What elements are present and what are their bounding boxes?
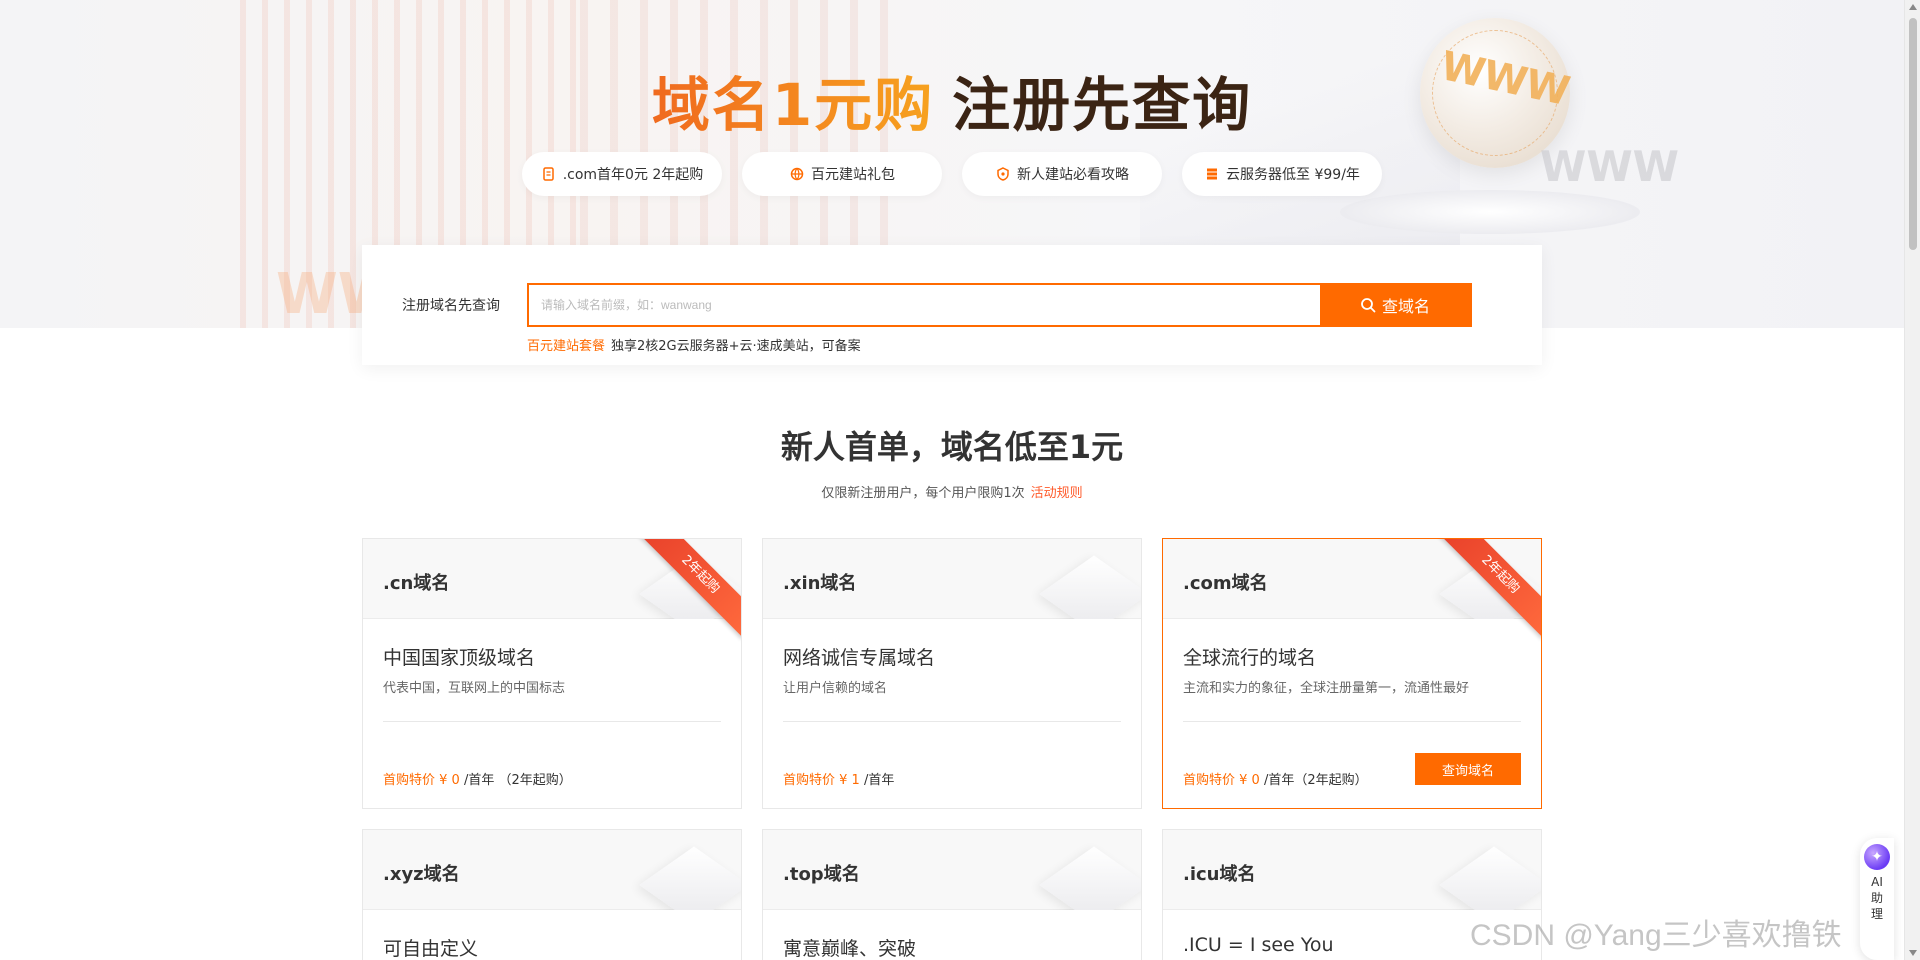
receipt-icon [541,166,557,182]
card-price-label: 首购特价 ¥ 0 [1183,773,1260,788]
card-divider [1183,721,1521,722]
card-domain-name: .cn域名 [383,573,450,594]
search-tip-text: 独享2核2G云服务器+云·速成美站，可备案 [611,339,861,354]
globe-icon [789,166,805,182]
headline-dark: 注册先查询 [952,71,1253,139]
card-price-suffix: /首年 （2年起购） [459,773,572,788]
card-header: .xyz域名 [363,830,741,910]
card-title: 网络诚信专属域名 [783,647,936,669]
query-domain-button[interactable]: 查询域名 [1415,753,1521,785]
headline-orange: 域名1元购 [651,71,935,139]
site-package-link[interactable]: 百元建站套餐 [527,339,605,354]
card-title: .ICU = I see You [1183,934,1334,956]
search-icon [1361,298,1376,313]
domain-card-top[interactable]: .top域名 寓意巅峰、突破 [762,829,1142,960]
card-decoration [1021,539,1141,619]
card-domain-name: .xin域名 [783,573,857,594]
search-box: 查域名 [527,283,1472,327]
shield-icon [995,166,1011,182]
ai-assistant-float[interactable]: ✦ AI助理 [1860,838,1894,960]
card-price-label: 首购特价 ¥ 0 [383,773,460,788]
promo-pill-site[interactable]: 百元建站礼包 [742,152,942,196]
scroll-up-arrow-icon[interactable] [1909,4,1917,10]
promo-pill-label: 百元建站礼包 [811,167,895,183]
scrollbar-thumb[interactable] [1909,18,1917,250]
search-label: 注册域名先查询 [402,298,500,314]
card-title: 可自由定义 [383,938,479,960]
search-domain-button[interactable]: 查域名 [1320,285,1470,325]
card-description: 让用户信赖的域名 [783,681,888,696]
hero-headline: 域名1元购 注册先查询 [0,58,1904,142]
sparkle-icon: ✦ [1864,844,1890,870]
domain-card-xin[interactable]: .xin域名 网络诚信专属域名 让用户信赖的域名 首购特价 ¥ 1 /首年 [762,538,1142,809]
card-header: .xin域名 [763,539,1141,619]
card-price: 首购特价 ¥ 0 /首年 （2年起购） [383,769,572,788]
domain-search-card: 注册域名先查询 查域名 百元建站套餐独享2核2G云服务器+云·速成美站，可备案 [362,245,1542,365]
card-domain-name: .com域名 [1183,573,1268,594]
promo-pill-label: 新人建站必看攻略 [1017,167,1129,183]
card-domain-name: .xyz域名 [383,864,460,885]
card-description: 代表中国，互联网上的中国标志 [383,681,566,696]
promo-pill-server[interactable]: 云服务器低至 ¥99/年 [1182,152,1382,196]
card-domain-name: .icu域名 [1183,864,1256,885]
ai-assistant-label: AI助理 [1870,875,1883,921]
domain-card-com[interactable]: .com域名 2年起购 全球流行的域名 主流和实力的象征，全球注册量第一，流通性… [1162,538,1542,809]
promo-pill-label: 云服务器低至 ¥99/年 [1226,167,1360,183]
domain-card-xyz[interactable]: .xyz域名 可自由定义 [362,829,742,960]
promo-pill-com[interactable]: .com首年0元 2年起购 [522,152,722,196]
card-header: .top域名 [763,830,1141,910]
www-ghost-text: WWW [1540,142,1679,191]
card-header: .icu域名 [1163,830,1541,910]
card-title: 寓意巅峰、突破 [783,938,917,960]
promo-pill-label: .com首年0元 2年起购 [562,167,704,183]
promo-pill-guide[interactable]: 新人建站必看攻略 [962,152,1162,196]
card-decoration [1021,830,1141,910]
domain-card-cn[interactable]: .cn域名 2年起购 中国国家顶级域名 代表中国，互联网上的中国标志 首购特价 … [362,538,742,809]
search-button-label: 查域名 [1381,297,1430,316]
domain-search-input[interactable] [529,285,1320,325]
hero-pedestal [1340,190,1640,234]
activity-rules-link[interactable]: 活动规则 [1031,486,1083,501]
card-price-suffix: /首年 [859,773,895,788]
scroll-down-arrow-icon[interactable] [1909,950,1917,956]
card-decoration [621,830,741,910]
section-subtitle: 仅限新注册用户，每个用户限购1次 活动规则 [0,482,1904,501]
card-divider [383,721,721,722]
card-price: 首购特价 ¥ 0 /首年（2年起购） [1183,769,1368,788]
card-title: 全球流行的域名 [1183,647,1317,669]
section-subtitle-text: 仅限新注册用户，每个用户限购1次 [821,486,1025,501]
server-icon [1204,166,1220,182]
card-description: 主流和实力的象征，全球注册量第一，流通性最好 [1183,681,1470,696]
search-tip: 百元建站套餐 独享2核2G云服务器+云·速成美站，可备案 [527,335,861,354]
card-divider [783,721,1121,722]
card-price: 首购特价 ¥ 1 /首年 [783,769,894,788]
page-scrollbar[interactable] [1904,0,1920,960]
card-header: .cn域名 2年起购 [363,539,741,638]
page: WWW WWW WWW 域名1元购注册先查询 .com首年0元 2年起购 百元建… [0,0,1920,960]
promo-pills: .com首年0元 2年起购 百元建站礼包 新人建站必看攻略 云服务器低至 ¥99… [522,152,1382,196]
section-title: 新人首单，域名低至1元 [780,428,1124,466]
card-price-suffix: /首年（2年起购） [1259,773,1368,788]
watermark: CSDN @Yang三少喜欢撸铁 [1470,919,1842,952]
card-domain-name: .top域名 [783,864,860,885]
card-decoration [1421,830,1541,910]
card-price-label: 首购特价 ¥ 1 [783,773,860,788]
card-header: .com域名 2年起购 [1163,539,1541,638]
card-title: 中国国家顶级域名 [383,647,536,669]
